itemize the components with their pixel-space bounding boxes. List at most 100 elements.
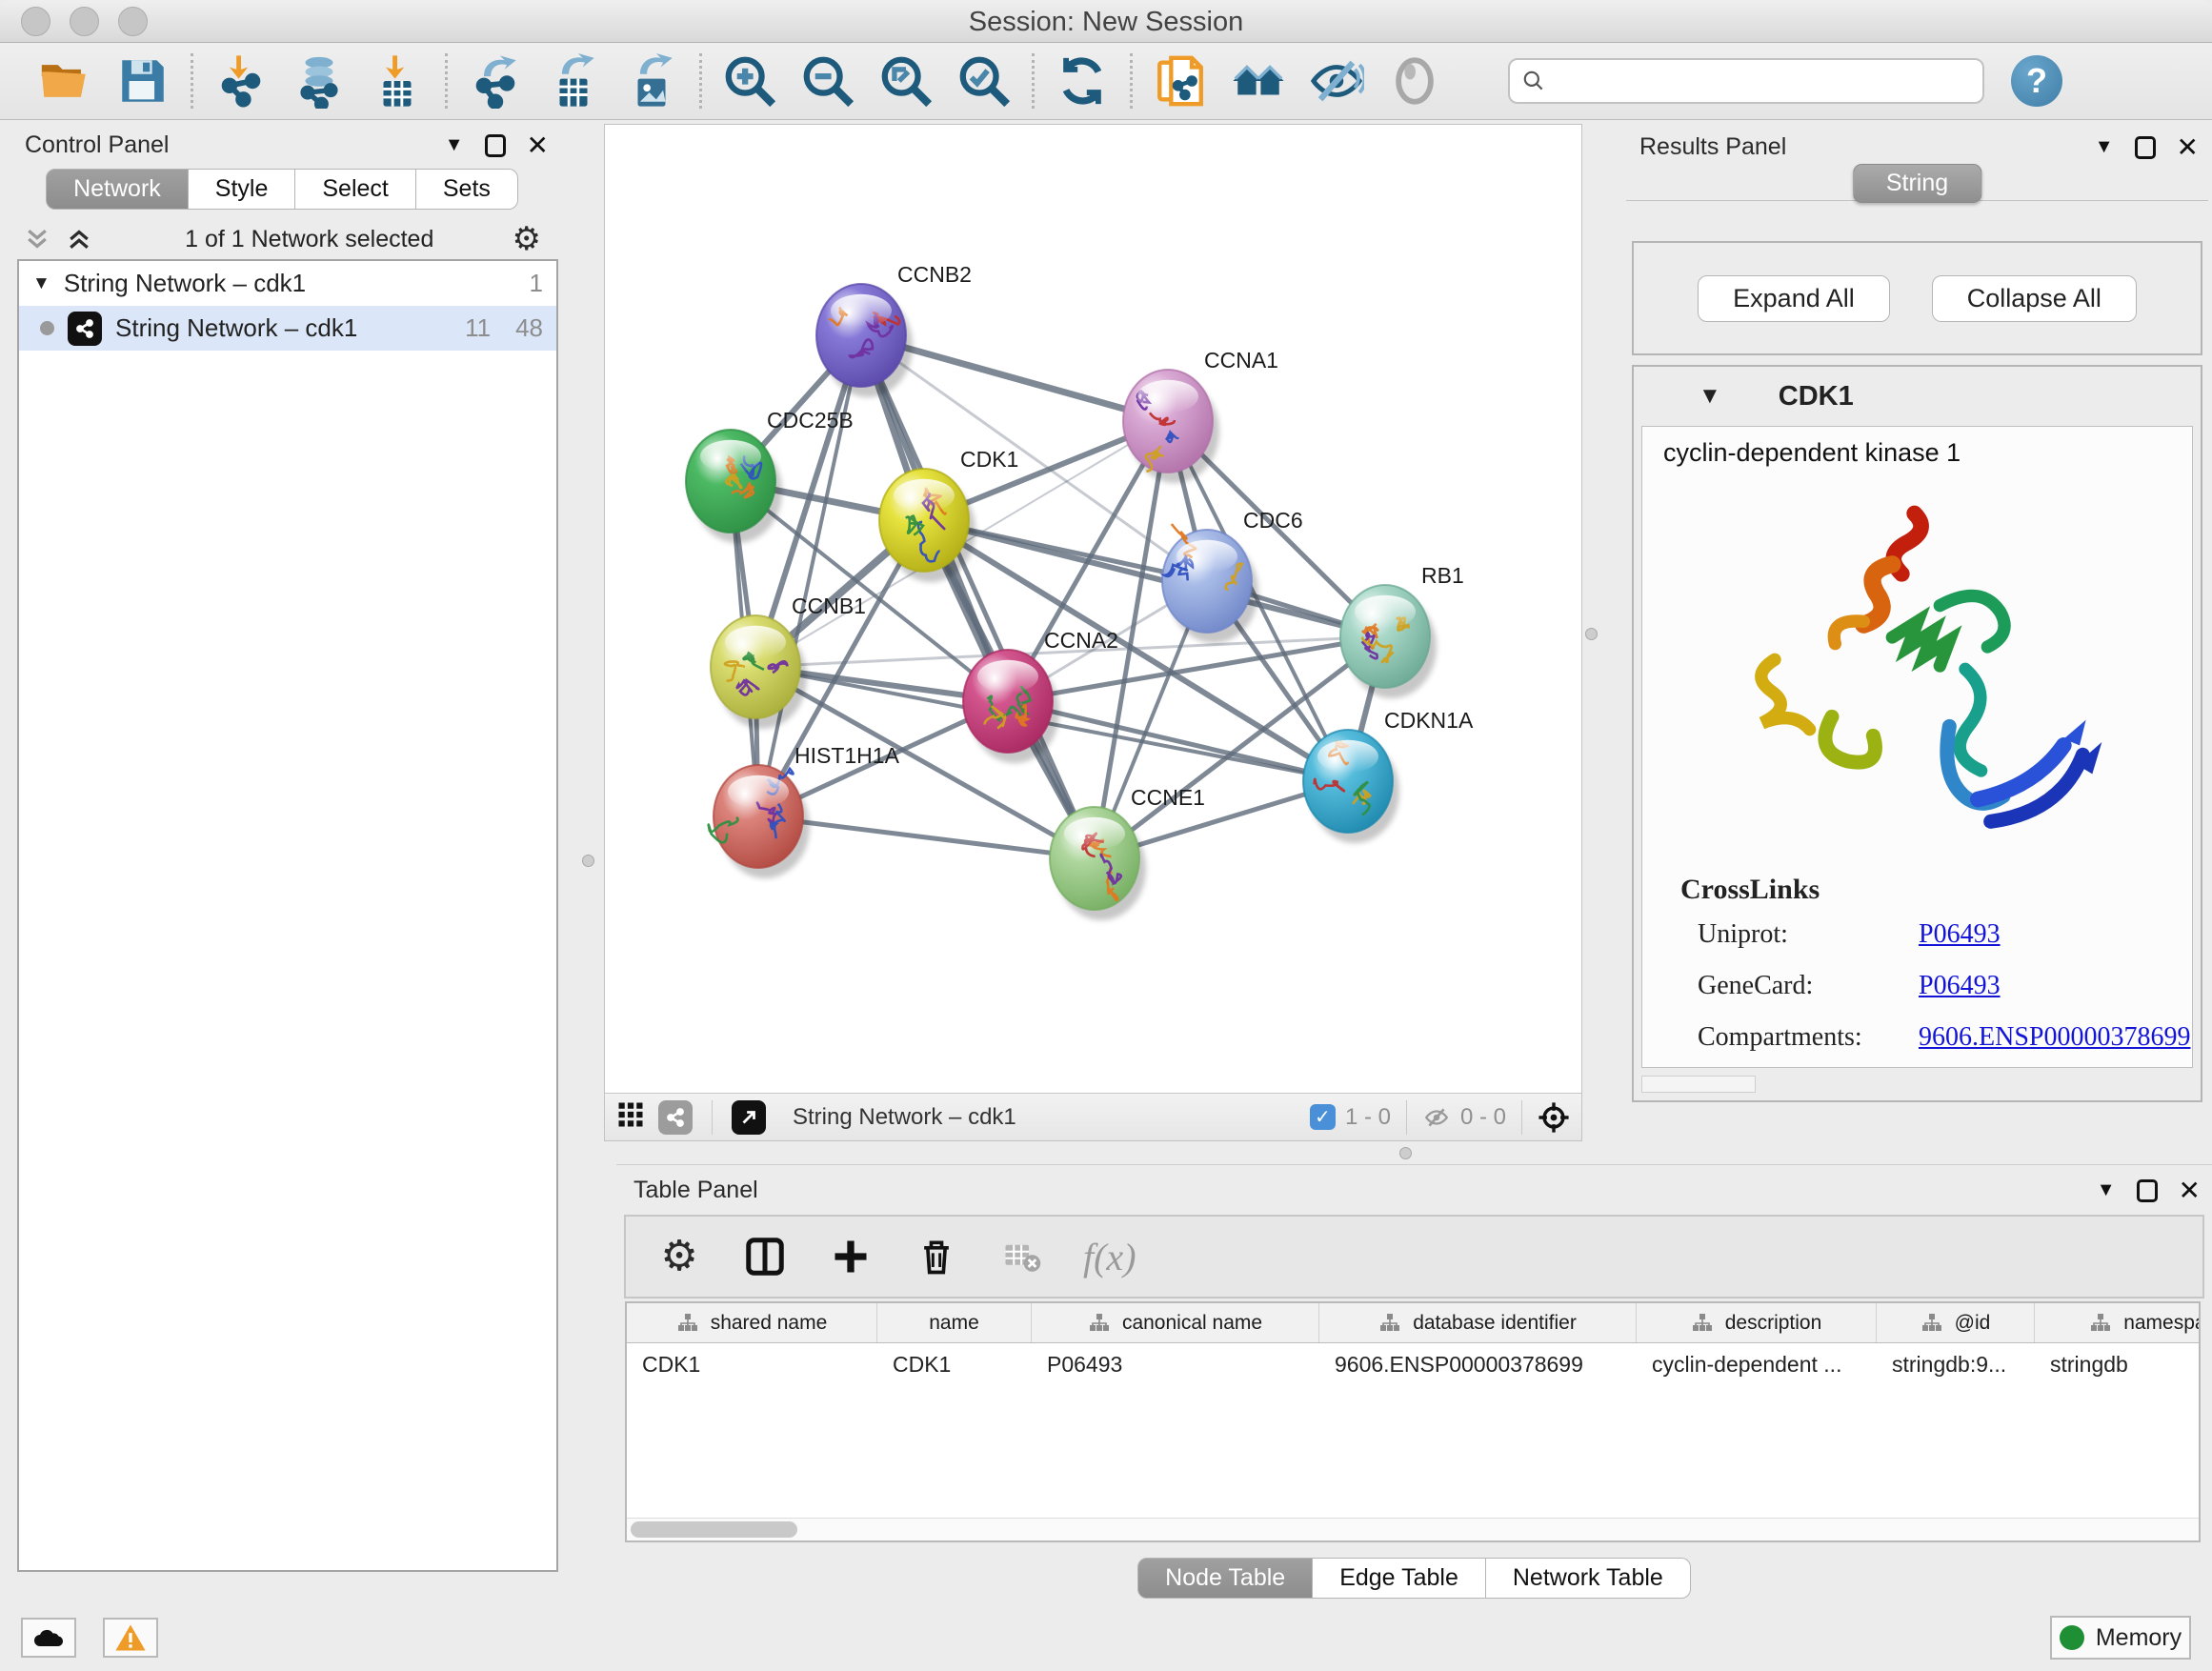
- right-splitter-handle[interactable]: [1585, 628, 1598, 640]
- help-button[interactable]: ?: [2011, 55, 2062, 107]
- detach-view-icon[interactable]: [732, 1100, 766, 1135]
- close-panel-icon[interactable]: ✕: [2179, 1175, 2201, 1206]
- show-columns-icon[interactable]: [740, 1232, 790, 1281]
- zoom-fit-button[interactable]: [874, 51, 938, 111]
- table-cell[interactable]: stringdb: [2035, 1343, 2201, 1385]
- show-eye-button[interactable]: [1382, 51, 1447, 111]
- gene-section-header[interactable]: ▼ CDK1: [1634, 367, 2201, 426]
- collapse-triangle-icon[interactable]: ▼: [1699, 383, 1721, 410]
- network-row[interactable]: String Network – cdk1 11 48: [19, 306, 556, 351]
- table-cell[interactable]: cyclin-dependent ...: [1637, 1343, 1877, 1385]
- collapse-triangle-icon[interactable]: ▼: [32, 273, 50, 294]
- export-image-button[interactable]: [619, 51, 684, 111]
- network-node-cdc6[interactable]: CDC6: [1162, 508, 1303, 643]
- network-node-cdc25b[interactable]: CDC25B: [686, 408, 854, 543]
- table-options-gear-icon[interactable]: ⚙: [654, 1232, 704, 1281]
- network-node-ccna1[interactable]: CCNA1: [1123, 348, 1278, 483]
- table-cell[interactable]: CDK1: [627, 1343, 877, 1385]
- function-builder-button[interactable]: f(x): [1083, 1235, 1136, 1279]
- network-node-cdkn1a[interactable]: CDKN1A: [1303, 708, 1474, 843]
- expand-all-button[interactable]: Expand All: [1698, 275, 1890, 322]
- delete-table-icon[interactable]: [997, 1232, 1047, 1281]
- network-column-icon: [1378, 1313, 1401, 1334]
- table-row[interactable]: CDK1CDK1P064939606.ENSP00000378699cyclin…: [627, 1343, 2199, 1385]
- network-node-cdk1[interactable]: CDK1: [879, 447, 1018, 582]
- tab-node-table[interactable]: Node Table: [1137, 1558, 1313, 1599]
- memory-button[interactable]: Memory: [2050, 1616, 2191, 1660]
- string-view-icon[interactable]: [658, 1100, 693, 1135]
- hidden-counts: 0 - 0: [1460, 1104, 1506, 1131]
- network-edge[interactable]: [861, 335, 1095, 858]
- clone-network-button[interactable]: [1148, 51, 1213, 111]
- hide-unhide-button[interactable]: [1304, 51, 1369, 111]
- table-horizontal-scrollbar[interactable]: [627, 1518, 2199, 1540]
- panel-menu-icon[interactable]: ▼: [2095, 136, 2114, 158]
- results-horizontal-scrollbar[interactable]: [1641, 1076, 1756, 1093]
- home-networks-button[interactable]: [1226, 51, 1291, 111]
- network-options-gear-icon[interactable]: ⚙: [513, 223, 541, 255]
- tab-select[interactable]: Select: [295, 169, 415, 210]
- zoom-selected-button[interactable]: [952, 51, 1016, 111]
- panel-menu-icon[interactable]: ▼: [445, 134, 464, 156]
- collapse-all-networks-icon[interactable]: [23, 227, 51, 252]
- delete-column-icon[interactable]: [912, 1232, 961, 1281]
- tab-network[interactable]: Network: [46, 169, 189, 210]
- network-node-hist1h1a[interactable]: HIST1H1A: [709, 743, 900, 878]
- column-header-namespace[interactable]: namespace: [2035, 1303, 2201, 1342]
- network-collection-row[interactable]: ▼ String Network – cdk1 1: [19, 261, 556, 306]
- tab-style[interactable]: Style: [189, 169, 296, 210]
- refresh-button[interactable]: [1050, 51, 1115, 111]
- network-node-rb1[interactable]: RB1: [1340, 563, 1464, 698]
- create-column-icon[interactable]: [826, 1232, 875, 1281]
- selected-checkbox-icon[interactable]: ✓: [1310, 1104, 1336, 1130]
- cloud-status-button[interactable]: [21, 1618, 76, 1658]
- warning-status-button[interactable]: [103, 1618, 158, 1658]
- table-cell[interactable]: P06493: [1032, 1343, 1319, 1385]
- network-canvas[interactable]: CCNB2CCNA1CDC25BCDK1CDC6RB1CCNB1CCNA2CDK…: [605, 125, 1581, 1093]
- float-panel-icon[interactable]: [485, 134, 506, 157]
- tab-string[interactable]: String: [1853, 164, 1981, 203]
- network-edge[interactable]: [924, 520, 1385, 636]
- memory-status-dot-icon: [2060, 1625, 2084, 1650]
- crosslink-link[interactable]: P06493: [1919, 919, 2001, 949]
- tab-network-table[interactable]: Network Table: [1486, 1558, 1691, 1599]
- scrollbar-thumb[interactable]: [631, 1521, 797, 1538]
- tab-sets[interactable]: Sets: [416, 169, 518, 210]
- table-cell[interactable]: stringdb:9...: [1877, 1343, 2035, 1385]
- zoom-in-button[interactable]: [717, 51, 782, 111]
- float-panel-icon[interactable]: [2135, 136, 2156, 159]
- results-panel-title: Results Panel: [1639, 133, 1786, 161]
- export-table-button[interactable]: [541, 51, 606, 111]
- birdseye-crosshair-icon[interactable]: [1538, 1101, 1570, 1134]
- table-cell[interactable]: CDK1: [877, 1343, 1032, 1385]
- table-cell[interactable]: 9606.ENSP00000378699: [1319, 1343, 1637, 1385]
- open-session-button[interactable]: [32, 51, 97, 111]
- close-panel-icon[interactable]: ✕: [527, 130, 549, 161]
- bottom-splitter-handle[interactable]: [1399, 1147, 1412, 1159]
- tab-edge-table[interactable]: Edge Table: [1313, 1558, 1486, 1599]
- column-header-canonical-name[interactable]: canonical name: [1032, 1303, 1319, 1342]
- column-header-shared-name[interactable]: shared name: [627, 1303, 877, 1342]
- save-session-button[interactable]: [111, 51, 175, 111]
- import-table-file-button[interactable]: [365, 51, 430, 111]
- column-header--id[interactable]: @id: [1877, 1303, 2035, 1342]
- crosslink-link[interactable]: 9606.ENSP00000378699: [1919, 1022, 2190, 1052]
- show-grid-icon[interactable]: [616, 1100, 645, 1134]
- column-header-name[interactable]: name: [877, 1303, 1032, 1342]
- close-panel-icon[interactable]: ✕: [2177, 131, 2199, 163]
- panel-menu-icon[interactable]: ▼: [2097, 1179, 2116, 1201]
- zoom-out-button[interactable]: [795, 51, 860, 111]
- crosslink-link[interactable]: P06493: [1919, 971, 2001, 1000]
- left-splitter-handle[interactable]: [582, 855, 594, 867]
- export-network-button[interactable]: [463, 51, 528, 111]
- expand-all-networks-icon[interactable]: [65, 227, 93, 252]
- search-box[interactable]: [1508, 58, 1984, 104]
- import-network-file-button[interactable]: [209, 51, 273, 111]
- import-network-database-button[interactable]: [287, 51, 352, 111]
- column-header-description[interactable]: description: [1637, 1303, 1877, 1342]
- float-panel-icon[interactable]: [2137, 1179, 2158, 1202]
- search-input[interactable]: [1554, 68, 1971, 94]
- network-node-ccnb2[interactable]: CCNB2: [816, 262, 972, 397]
- column-header-database-identifier[interactable]: database identifier: [1319, 1303, 1637, 1342]
- collapse-all-button[interactable]: Collapse All: [1932, 275, 2137, 322]
